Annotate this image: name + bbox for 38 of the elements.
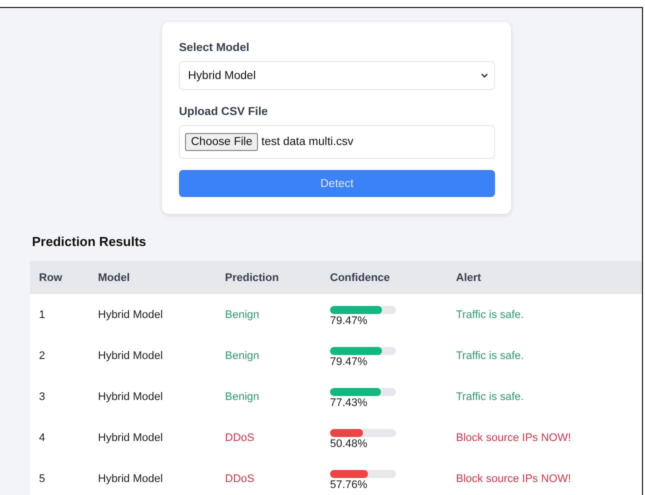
table-cell: Hybrid Model [89,458,216,495]
chevron-down-icon [481,73,488,78]
model-select[interactable]: Hybrid Model [179,61,495,90]
table-cell: Hybrid Model [89,417,216,458]
table-cell: Benign [216,335,321,376]
table-cell: DDoS [216,458,321,495]
column-header: Prediction [216,261,321,294]
table-cell: Benign [216,376,321,417]
confidence-value: 57.76% [330,479,368,491]
table-cell: Traffic is safe. [447,294,642,335]
field-label: Select Model [179,42,250,54]
section-title: Prediction Results [32,234,146,249]
table-cell: 4 [30,417,89,458]
column-header: Row [30,261,89,294]
table-cell: 3 [30,376,89,417]
column-header: Confidence [321,261,447,294]
table-cell: 2 [30,335,89,376]
table-cell: Hybrid Model [89,376,216,417]
table-cell: 5 [30,458,89,495]
confidence-value: 50.48% [330,438,368,450]
file-field[interactable]: Choose File test data multi.csv [179,125,495,159]
confidence-value: 77.43% [330,397,368,409]
choose-file-button[interactable]: Choose File [185,133,258,151]
table-cell: Traffic is safe. [447,376,642,417]
column-header: Alert [447,261,642,294]
table-cell: Block source IPs NOW! [447,417,642,458]
confidence-value: 79.47% [330,315,368,327]
table-cell: Benign [216,294,321,335]
table-cell: Hybrid Model [89,294,216,335]
table-cell: Block source IPs NOW! [447,458,642,495]
confidence-value: 79.47% [330,356,368,368]
file-name: test data multi.csv [261,136,354,148]
field-label: Upload CSV File [179,106,268,118]
table-cell: DDoS [216,417,321,458]
table-cell: Hybrid Model [89,335,216,376]
column-header: Model [89,261,216,294]
table-cell: Traffic is safe. [447,335,642,376]
table-cell: 1 [30,294,89,335]
